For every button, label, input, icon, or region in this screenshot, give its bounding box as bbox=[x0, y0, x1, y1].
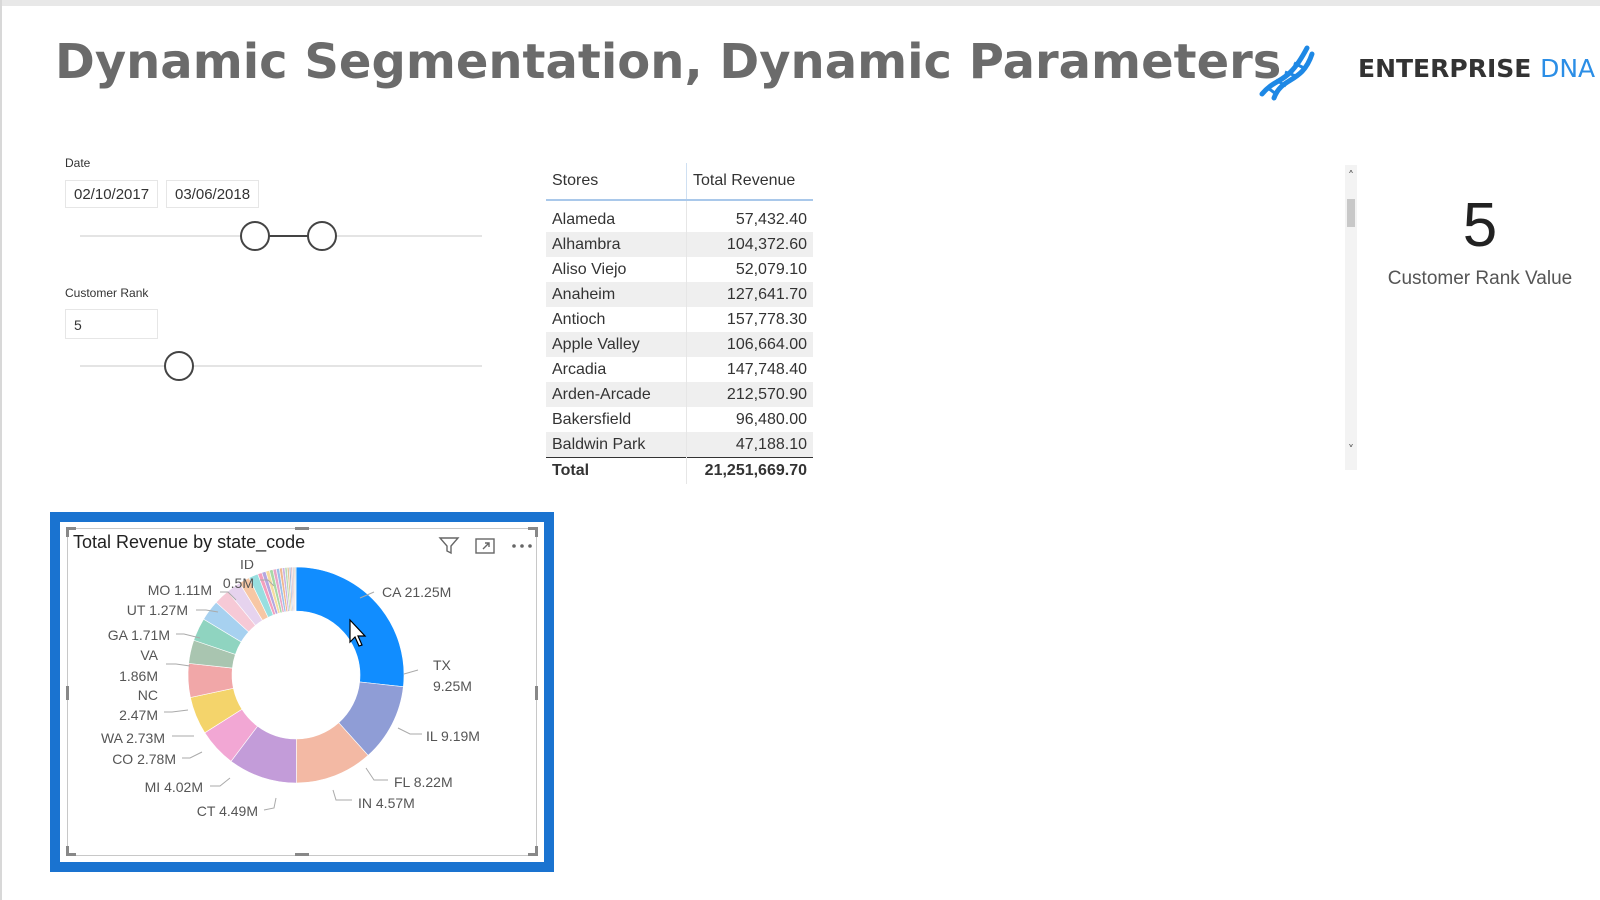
label-leader-line bbox=[164, 709, 189, 713]
store-name-cell: Bakersfield bbox=[552, 410, 632, 428]
table-row[interactable]: Bakersfield 96,480.00 bbox=[546, 407, 813, 432]
store-revenue-cell: 127,641.70 bbox=[686, 282, 813, 307]
data-label-wa: WA 2.73M bbox=[101, 730, 165, 746]
store-revenue-cell: 57,432.40 bbox=[686, 200, 813, 232]
data-label-va: 1.86M bbox=[119, 668, 158, 684]
table-row[interactable]: Aliso Viejo 52,079.10 bbox=[546, 257, 813, 282]
table-row[interactable]: Baldwin Park 47,188.10 bbox=[546, 432, 813, 458]
table-row[interactable]: Arcadia 147,748.40 bbox=[546, 357, 813, 382]
logo-word-enterprise: ENTERPRISE bbox=[1358, 54, 1532, 83]
data-label-mo: MO 1.11M bbox=[148, 582, 212, 598]
resize-handle-top-right-v[interactable] bbox=[535, 527, 538, 537]
store-name-cell: Alhambra bbox=[546, 232, 687, 257]
chart-title: Total Revenue by state_code bbox=[73, 532, 306, 552]
store-name-cell: Baldwin Park bbox=[546, 432, 687, 458]
rank-value-input[interactable]: 5 bbox=[65, 309, 158, 339]
table-row[interactable]: Alhambra 104,372.60 bbox=[546, 232, 813, 257]
store-revenue-cell: 106,664.00 bbox=[686, 332, 813, 357]
table-row[interactable]: Arden-Arcade 212,570.90 bbox=[546, 382, 813, 407]
data-label-nc: 2.47M bbox=[119, 707, 158, 723]
label-leader-line bbox=[263, 797, 277, 811]
store-name-cell: Antioch bbox=[552, 310, 606, 328]
customer-rank-card-value: 5 bbox=[1462, 191, 1498, 260]
data-label-ct: CT 4.49M bbox=[197, 803, 258, 819]
date-start-input[interactable]: 02/10/2017 bbox=[65, 180, 158, 208]
label-leader-line bbox=[365, 767, 388, 781]
store-revenue-cell: 96,480.00 bbox=[686, 407, 813, 432]
store-revenue-cell: 147,748.40 bbox=[686, 357, 813, 382]
rank-slider-track[interactable] bbox=[80, 365, 482, 367]
store-name-cell: Arden-Arcade bbox=[546, 382, 687, 407]
table-row[interactable]: Antioch 157,778.30 bbox=[546, 307, 813, 332]
date-slicer-label: Date bbox=[65, 156, 91, 170]
date-slider-end-handle[interactable] bbox=[307, 221, 337, 251]
data-label-ca: CA 21.25M bbox=[382, 584, 451, 600]
scrollbar-thumb[interactable] bbox=[1347, 199, 1355, 227]
donut-slice[interactable] bbox=[294, 566, 297, 612]
category-label-id: ID bbox=[240, 560, 254, 572]
filter-icon[interactable] bbox=[438, 536, 460, 556]
category-label-nc: NC bbox=[138, 687, 158, 703]
donut-chart[interactable]: CA 21.25M 9.25M IL 9.19M FL 8.22M IN 4.57M CT… bbox=[60, 560, 540, 860]
page-title: Dynamic Segmentation, Dynamic Parameters bbox=[55, 34, 1282, 90]
data-label-il: IL 9.19M bbox=[426, 728, 480, 744]
store-name-cell: Anaheim bbox=[546, 282, 687, 307]
data-label-id: 0.5M bbox=[223, 575, 254, 591]
chevron-down-icon[interactable]: ˅ bbox=[1345, 443, 1357, 457]
customer-rank-card-label: Customer Rank Value bbox=[1387, 268, 1573, 289]
dna-helix-icon bbox=[1259, 45, 1315, 101]
stores-revenue-table: Stores Total Revenue Alameda 57,432.40 Alh… bbox=[546, 163, 813, 484]
store-revenue-cell: 212,570.90 bbox=[686, 382, 813, 407]
label-leader-line bbox=[332, 789, 352, 801]
date-slider-start-handle[interactable] bbox=[240, 221, 270, 251]
column-header-stores[interactable]: Stores bbox=[546, 163, 687, 201]
label-leader-line bbox=[166, 663, 191, 667]
date-end-input[interactable]: 03/06/2018 bbox=[166, 180, 259, 208]
table-row[interactable]: Anaheim 127,641.70 bbox=[546, 282, 813, 307]
category-label-tx: TX bbox=[433, 657, 452, 673]
data-label-tx: 9.25M bbox=[433, 678, 472, 694]
resize-handle-top-left-v[interactable] bbox=[66, 527, 69, 537]
label-leader-line bbox=[397, 727, 422, 735]
rank-slicer-label: Customer Rank bbox=[65, 286, 149, 300]
rank-slider-handle[interactable] bbox=[164, 351, 194, 381]
data-label-fl: FL 8.22M bbox=[394, 774, 453, 790]
store-name-cell: Aliso Viejo bbox=[552, 260, 627, 278]
label-leader-line bbox=[182, 751, 203, 759]
enterprise-dna-logo: ENTERPRISE DNA bbox=[1259, 40, 1595, 110]
table-total-row: Total 21,251,669.70 bbox=[546, 457, 813, 484]
window-left-edge bbox=[0, 0, 2, 900]
data-label-co: CO 2.78M bbox=[112, 751, 176, 767]
data-label-mi: MI 4.02M bbox=[145, 779, 203, 795]
logo-word-dna: DNA bbox=[1540, 54, 1596, 83]
data-label-ut: UT 1.27M bbox=[127, 602, 188, 618]
table-header-row: Stores Total Revenue bbox=[546, 163, 813, 201]
store-revenue-cell: 104,372.60 bbox=[686, 232, 813, 257]
data-label-ga: GA 1.71M bbox=[108, 627, 170, 643]
category-label-va: VA bbox=[140, 647, 158, 663]
store-name-cell: Arcadia bbox=[552, 360, 607, 378]
store-revenue-cell: 157,778.30 bbox=[686, 307, 813, 332]
label-leader-line bbox=[403, 669, 419, 675]
window-top-edge bbox=[0, 0, 1600, 6]
store-revenue-cell: 52,079.10 bbox=[686, 257, 813, 282]
total-label-cell: Total bbox=[546, 457, 687, 484]
table-row[interactable]: Alameda 57,432.40 bbox=[546, 200, 813, 232]
label-leader-line bbox=[210, 777, 231, 787]
store-name-cell: Apple Valley bbox=[546, 332, 687, 357]
resize-handle-top[interactable] bbox=[295, 527, 309, 530]
chevron-up-icon[interactable]: ˄ bbox=[1345, 169, 1357, 183]
store-name-cell: Alameda bbox=[552, 210, 616, 228]
table-body: Alameda 57,432.40 Alhambra 104,372.60 Aliso … bbox=[546, 200, 813, 484]
total-value-cell: 21,251,669.70 bbox=[686, 457, 813, 484]
data-label-in: IN 4.57M bbox=[358, 795, 415, 811]
table-row[interactable]: Apple Valley 106,664.00 bbox=[546, 332, 813, 357]
column-header-total-revenue[interactable]: Total Revenue bbox=[686, 163, 813, 201]
focus-mode-icon[interactable] bbox=[474, 536, 496, 556]
more-options-icon[interactable] bbox=[510, 536, 534, 556]
table-scrollbar[interactable]: ˄ ˅ bbox=[1345, 165, 1357, 470]
logo-wordmark: ENTERPRISE DNA bbox=[1358, 54, 1595, 83]
store-revenue-cell: 47,188.10 bbox=[686, 432, 813, 458]
